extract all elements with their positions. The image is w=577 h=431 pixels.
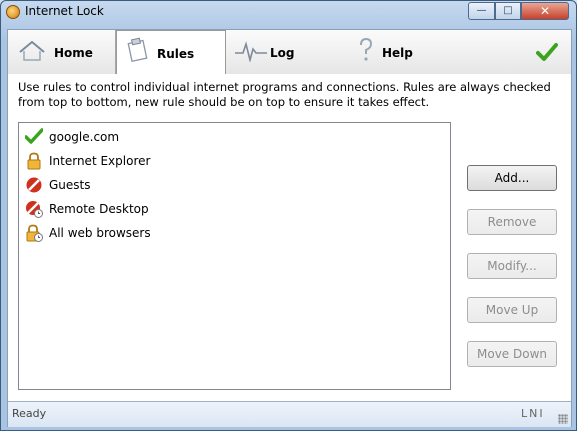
move-up-button[interactable]: Move Up	[467, 297, 557, 323]
tab-log[interactable]: Log	[228, 30, 338, 74]
block-clock-icon	[26, 201, 43, 218]
minimize-button[interactable]: —	[468, 2, 495, 20]
rules-description: Use rules to control individual internet…	[18, 80, 551, 109]
block-icon	[26, 177, 42, 193]
list-item[interactable]: All web browsers	[25, 223, 445, 243]
rule-label: Remote Desktop	[49, 202, 149, 216]
resize-grip-icon[interactable]	[558, 414, 568, 424]
status-indicators: LNI	[521, 407, 545, 420]
status-bar: Ready LNI	[8, 401, 571, 427]
maximize-button[interactable]: □	[495, 2, 521, 20]
app-icon	[6, 5, 20, 19]
tab-home-label: Home	[54, 46, 93, 60]
tab-help[interactable]: Help	[344, 30, 464, 74]
remove-button[interactable]: Remove	[467, 209, 557, 235]
pulse-icon	[235, 41, 267, 62]
close-button[interactable]: ✕	[521, 2, 569, 20]
rule-label: Internet Explorer	[49, 154, 151, 168]
list-item[interactable]: google.com	[25, 127, 445, 147]
tab-log-label: Log	[270, 46, 295, 60]
lock-clock-icon	[26, 224, 43, 242]
app-window: Internet Lock — □ ✕ Home Rules Log Help …	[0, 0, 577, 431]
rule-label: All web browsers	[49, 226, 151, 240]
green-check-icon	[25, 128, 43, 144]
home-icon	[19, 40, 45, 61]
list-item[interactable]: Guests	[25, 175, 445, 195]
list-item[interactable]: Remote Desktop	[25, 199, 445, 219]
list-item[interactable]: Internet Explorer	[25, 151, 445, 171]
rules-list[interactable]: google.com Internet Explorer Guests Remo…	[18, 122, 451, 390]
tab-rules-label: Rules	[157, 47, 195, 61]
client-area: Home Rules Log Help Use rules to control…	[7, 29, 572, 427]
tab-home[interactable]: Home	[8, 30, 116, 74]
status-check-icon	[536, 43, 558, 61]
status-text: Ready	[12, 407, 47, 420]
rules-panel: Use rules to control individual internet…	[8, 74, 571, 401]
question-icon	[360, 37, 373, 61]
window-title: Internet Lock	[25, 4, 104, 18]
add-button[interactable]: Add...	[467, 165, 557, 191]
tab-bar: Home Rules Log Help	[8, 30, 571, 75]
move-down-button[interactable]: Move Down	[467, 341, 557, 367]
modify-button[interactable]: Modify...	[467, 253, 557, 279]
tab-rules[interactable]: Rules	[116, 30, 226, 75]
rule-label: google.com	[49, 130, 120, 144]
title-bar[interactable]: Internet Lock — □ ✕	[1, 1, 576, 23]
tab-help-label: Help	[382, 46, 413, 60]
rule-label: Guests	[49, 178, 91, 192]
lock-icon	[27, 152, 41, 170]
clipboard-icon	[127, 37, 148, 63]
